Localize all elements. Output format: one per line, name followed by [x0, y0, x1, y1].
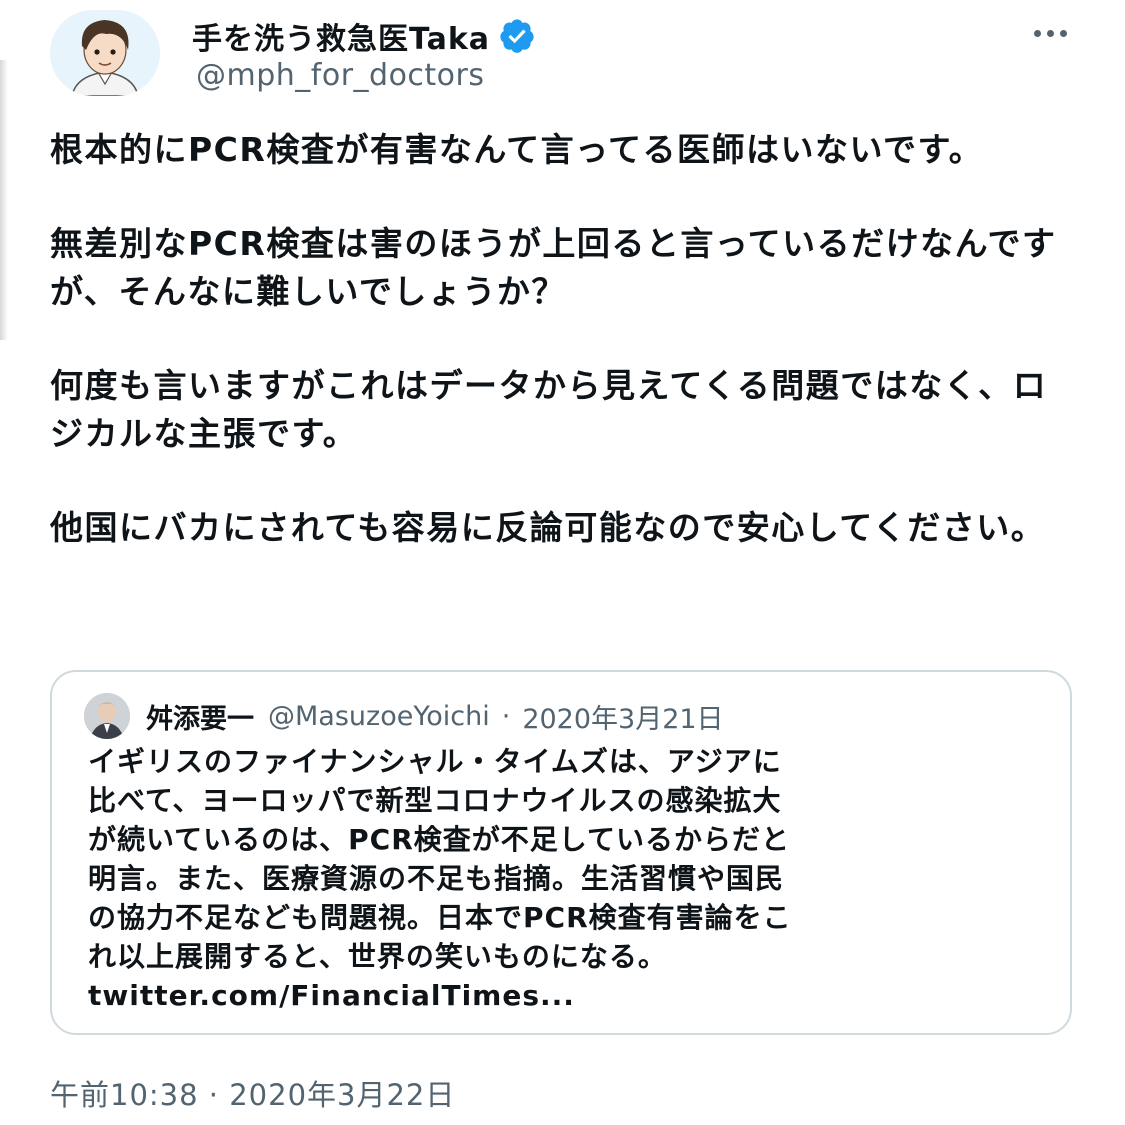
quoted-tweet-card[interactable]: 舛添要一 @MasuzoeYoichi · 2020年3月21日 イギリスのファ…: [50, 670, 1072, 1035]
author-handle[interactable]: @mph_for_doctors: [196, 58, 485, 93]
quoted-text-line: れ以上展開すると、世界の笑いものになる。: [88, 940, 667, 973]
quoted-text-line: 明言。また、医療資源の不足も指摘。生活習慣や国民: [88, 862, 785, 895]
tweet-paragraph: 無差別なPCR検査は害のほうが上回ると言っているだけなんですが、そんなに難しいで…: [50, 224, 1057, 311]
quoted-author-avatar[interactable]: [84, 693, 130, 739]
left-edge-shadow: [0, 60, 8, 340]
quoted-tweet-date: 2020年3月21日: [522, 703, 724, 735]
quoted-text-line: が続いているのは、PCR検査が不足しているからだと: [88, 823, 790, 856]
quoted-text-line: 比べて、ヨーロッパで新型コロナウイルスの感染拡大: [88, 784, 782, 817]
tweet-paragraph: 他国にバカにされても容易に反論可能なので安心してください。: [50, 508, 1046, 547]
quoted-text-line: の協力不足なども問題視。日本でPCR検査有害論をこ: [88, 901, 792, 934]
more-dot: [1033, 29, 1041, 37]
tweet-paragraph: 何度も言いますがこれはデータから見えてくる問題ではなく、ロジカルな主張です。: [50, 366, 1048, 453]
quoted-author-handle: @MasuzoeYoichi: [268, 700, 490, 732]
quoted-tweet-link[interactable]: twitter.com/FinancialTimes...: [88, 976, 1048, 1015]
display-name-row: 手を洗う救急医Taka: [192, 14, 536, 58]
quoted-text-line: イギリスのファイナンシャル・タイムズは、アジアに: [88, 745, 782, 778]
separator-dot: ·: [501, 700, 511, 732]
tweet-paragraph: 根本的にPCR検査が有害なんて言ってる医師はいないです。: [50, 130, 984, 169]
quoted-tweet-header: 舛添要一 @MasuzoeYoichi · 2020年3月21日: [84, 693, 724, 739]
more-dot: [1046, 29, 1054, 37]
tweet-text: 根本的にPCR検査が有害なんて言ってる医師はいないです。 無差別なPCR検査は害…: [50, 126, 1060, 598]
tweet-timestamp[interactable]: 午前10:38 · 2020年3月22日: [50, 1072, 455, 1114]
quoted-author-name: 舛添要一: [146, 703, 254, 735]
more-dot: [1059, 29, 1067, 37]
quoted-tweet-text: イギリスのファイナンシャル・タイムズは、アジアに 比べて、ヨーロッパで新型コロナ…: [88, 742, 1048, 1015]
person-photo-icon: [84, 693, 130, 739]
illustrated-doctor-avatar-icon: [50, 10, 160, 96]
author-display-name[interactable]: 手を洗う救急医Taka: [192, 14, 490, 58]
author-avatar[interactable]: [50, 10, 160, 96]
more-options-icon[interactable]: [1028, 18, 1072, 48]
tweet-header: 手を洗う救急医Taka @mph_for_doctors: [50, 8, 1080, 98]
verified-badge-icon: [500, 19, 534, 53]
